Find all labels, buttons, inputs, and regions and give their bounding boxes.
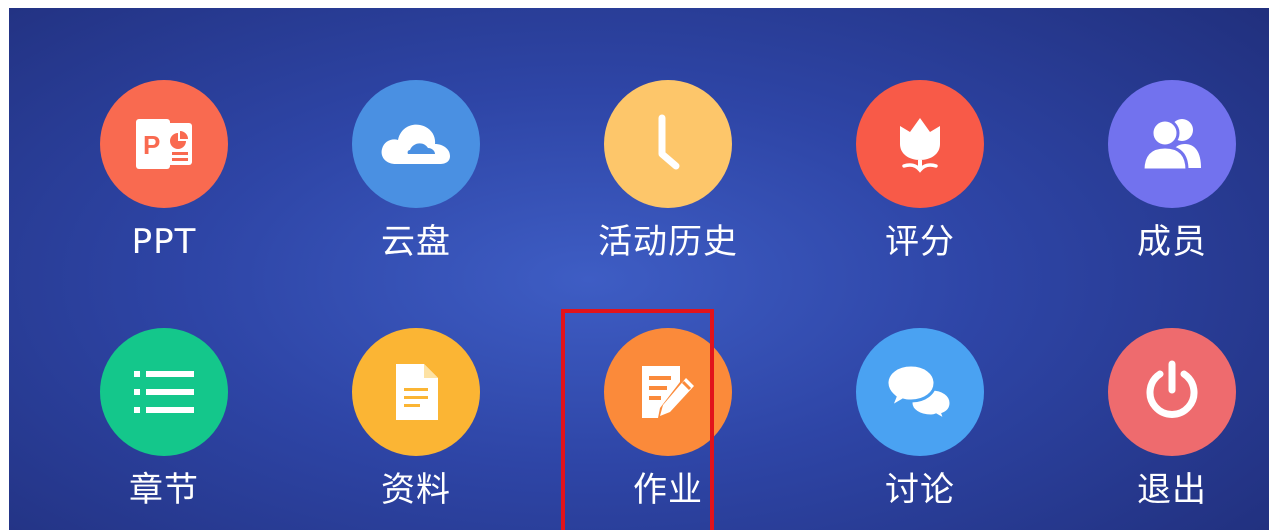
- menu-item-members[interactable]: 成员: [1072, 80, 1269, 280]
- menu-item-label: 评分: [885, 222, 955, 262]
- menu-item-cloud-disk[interactable]: 云盘: [316, 80, 516, 280]
- menu-item-discussion[interactable]: 讨论: [820, 328, 1020, 528]
- menu-item-label: PPT: [131, 222, 197, 262]
- svg-text:P: P: [143, 130, 160, 160]
- ppt-icon: P: [100, 80, 228, 208]
- menu-item-exit[interactable]: 退出: [1072, 328, 1269, 528]
- document-icon: [352, 328, 480, 456]
- power-icon: [1108, 328, 1236, 456]
- members-icon: [1108, 80, 1236, 208]
- app-menu-panel: P PPT 云盘 活动历史 评分 成员 章节 资料 作业 讨论 退出: [9, 8, 1269, 530]
- menu-item-label: 讨论: [885, 470, 955, 510]
- menu-item-materials[interactable]: 资料: [316, 328, 516, 528]
- menu-item-label: 云盘: [381, 222, 451, 262]
- clock-icon: [604, 80, 732, 208]
- menu-item-ppt[interactable]: P PPT: [64, 80, 264, 280]
- lotus-icon: [856, 80, 984, 208]
- menu-item-label: 活动历史: [598, 222, 738, 262]
- list-icon: [100, 328, 228, 456]
- chat-icon: [856, 328, 984, 456]
- cloud-icon: [352, 80, 480, 208]
- menu-item-label: 资料: [381, 470, 451, 510]
- menu-item-chapters[interactable]: 章节: [64, 328, 264, 528]
- menu-item-label: 退出: [1137, 470, 1207, 510]
- selection-highlight: [561, 309, 714, 530]
- menu-item-activity-history[interactable]: 活动历史: [568, 80, 768, 280]
- menu-item-label: 成员: [1137, 222, 1207, 262]
- menu-item-label: 章节: [129, 470, 199, 510]
- menu-item-rating[interactable]: 评分: [820, 80, 1020, 280]
